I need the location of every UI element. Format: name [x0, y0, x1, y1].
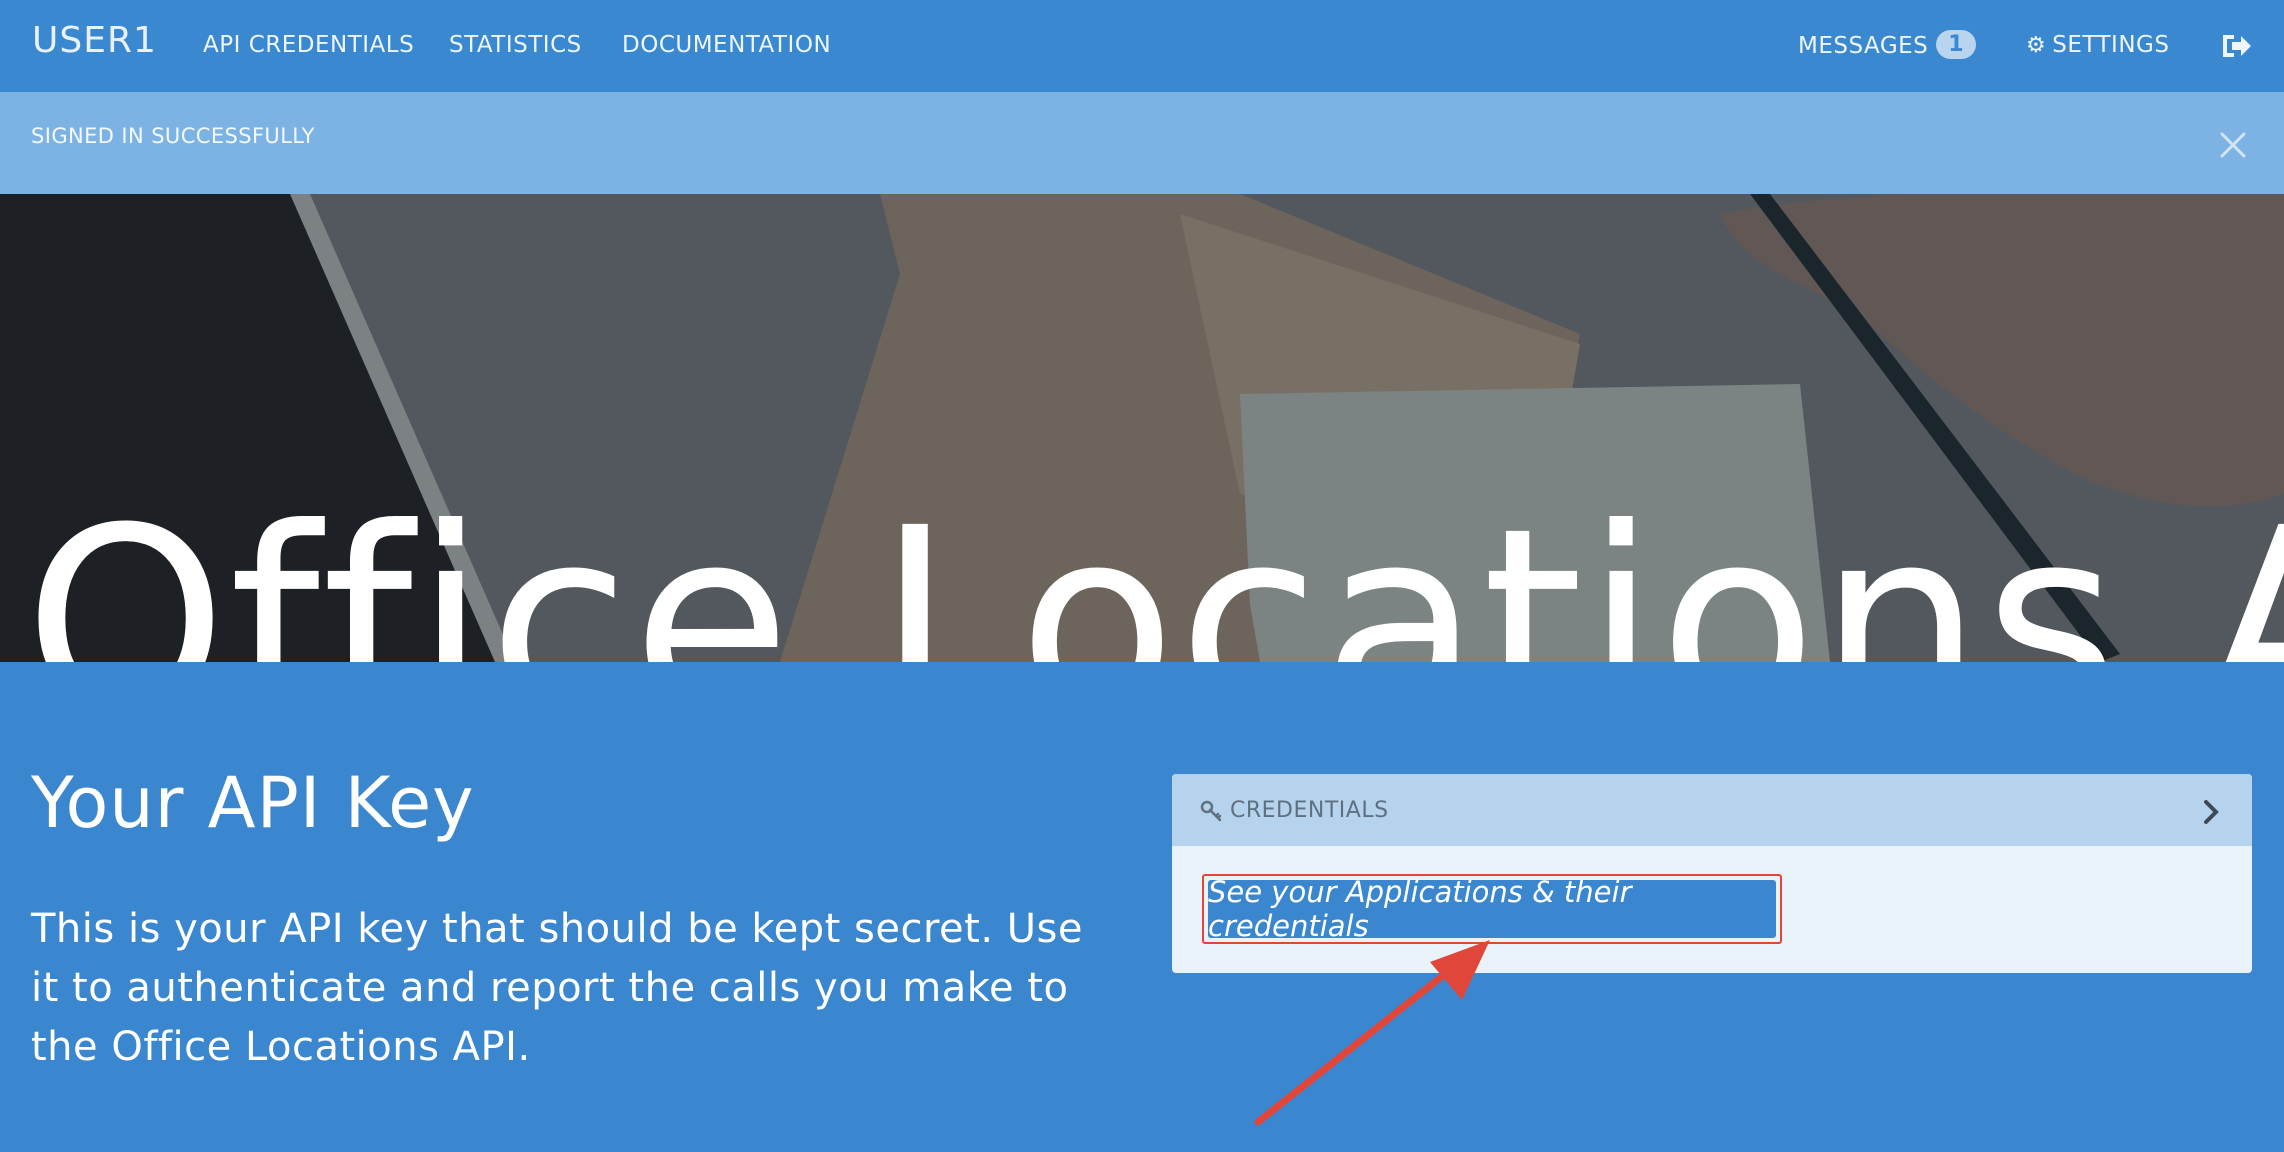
- gears-icon: ⚙: [2026, 33, 2047, 58]
- nav-documentation[interactable]: DOCUMENTATION: [622, 32, 831, 58]
- hero-title: Office Locations API: [24, 473, 2284, 662]
- top-navbar: USER1 API CREDENTIALS STATISTICS DOCUMEN…: [0, 0, 2284, 92]
- nav-statistics[interactable]: STATISTICS: [449, 32, 582, 58]
- flash-banner: [0, 92, 2284, 194]
- credentials-card-title: CREDENTIALS: [1230, 798, 1389, 823]
- annotation-arrow: [1254, 940, 1490, 1126]
- nav-settings[interactable]: ⚙ SETTINGS: [2026, 32, 2169, 58]
- user-brand[interactable]: USER1: [32, 20, 157, 61]
- nav-messages[interactable]: MESSAGES 1: [1798, 30, 1977, 61]
- api-key-heading: Your API Key: [31, 762, 475, 844]
- credentials-card-header[interactable]: CREDENTIALS: [1172, 774, 2252, 846]
- sign-out-icon[interactable]: [2220, 32, 2252, 60]
- chevron-right-icon[interactable]: [2202, 798, 2222, 826]
- messages-count-badge: 1: [1936, 30, 1977, 59]
- api-key-description: This is your API key that should be kept…: [31, 906, 1083, 1070]
- close-icon[interactable]: [2216, 128, 2250, 162]
- applications-credentials-highlight: See your Applications & their credential…: [1202, 874, 1782, 944]
- settings-label: SETTINGS: [2052, 32, 2170, 58]
- flash-message: SIGNED IN SUCCESSFULLY: [31, 124, 315, 148]
- see-applications-button[interactable]: See your Applications & their credential…: [1208, 875, 1776, 943]
- messages-label: MESSAGES: [1798, 33, 1929, 59]
- nav-api-credentials[interactable]: API CREDENTIALS: [203, 32, 414, 58]
- hero-banner: Office Locations API: [0, 194, 2284, 662]
- key-icon: [1200, 800, 1222, 822]
